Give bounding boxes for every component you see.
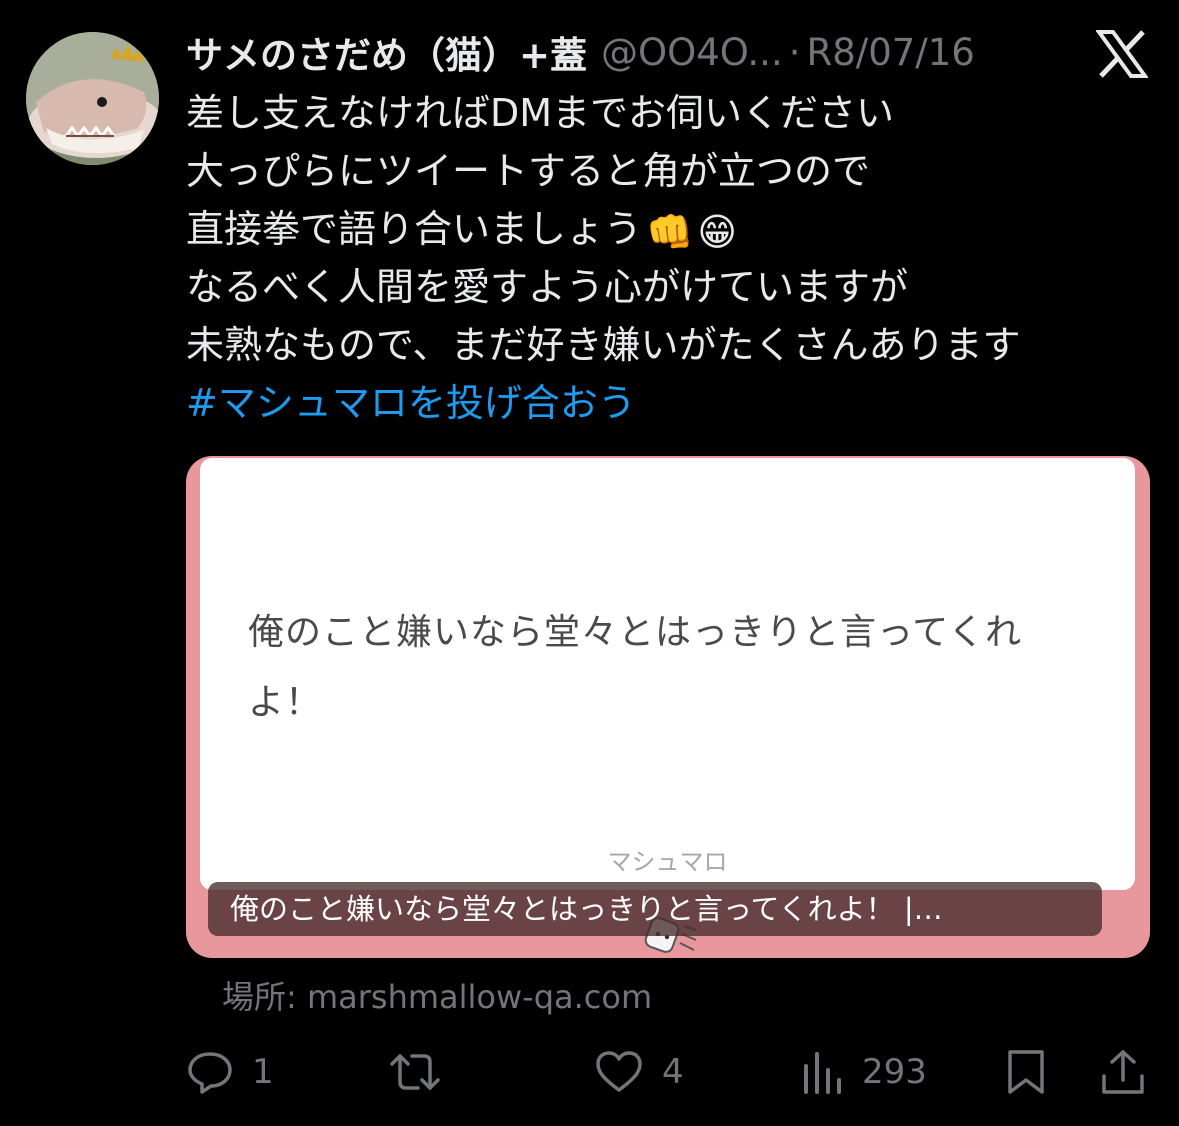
action-bar: 1 4 293 bbox=[0, 1040, 1179, 1104]
tweet-line: 未熟なもので、まだ好き嫌いがたくさんあります bbox=[186, 323, 1021, 367]
tweet-line: 直接拳で語り合いましょう bbox=[186, 207, 643, 251]
fist-emoji-icon: 👊 bbox=[646, 209, 694, 254]
link-card[interactable]: 俺のこと嫌いなら堂々とはっきりと言ってくれよ！ マシュマロ 俺のこと嫌いなら堂々… bbox=[186, 456, 1150, 958]
tweet-line-with-emoji: 直接拳で語り合いましょう 👊 😁 bbox=[186, 200, 1146, 258]
view-count: 293 bbox=[862, 1052, 927, 1092]
tweet-text: 差し支えなければDMまでお伺いください 大っぴらにツイートすると角が立つので 直… bbox=[186, 84, 1146, 432]
grin-emoji-icon: 😁 bbox=[697, 209, 737, 254]
tweet-line: 差し支えなければDMまでお伺いください bbox=[186, 91, 895, 135]
hashtag-link[interactable]: #マシュマロを投げ合おう bbox=[186, 374, 1146, 432]
user-handle[interactable]: @OO4O... bbox=[601, 31, 783, 74]
retweet-icon bbox=[390, 1054, 440, 1090]
tweet-line: 大っぴらにツイートすると角が立つので bbox=[186, 149, 871, 193]
tweet-header: サメのさだめ（猫）+蓋 @OO4O... · R8/07/16 bbox=[186, 24, 1066, 80]
like-count: 4 bbox=[662, 1052, 684, 1092]
card-image: 俺のこと嫌いなら堂々とはっきりと言ってくれよ！ マシュマロ bbox=[200, 458, 1135, 890]
views-icon bbox=[804, 1052, 841, 1094]
tweet-line: なるべく人間を愛すよう心がけていますが bbox=[186, 265, 909, 309]
avatar-shark-plush-image bbox=[26, 32, 159, 165]
x-logo-icon bbox=[1095, 30, 1149, 78]
share-button[interactable] bbox=[1100, 1048, 1146, 1096]
display-name[interactable]: サメのさだめ（猫）+蓋 bbox=[186, 25, 587, 79]
avatar[interactable] bbox=[26, 32, 159, 165]
reply-count: 1 bbox=[252, 1052, 274, 1092]
header-separator: · bbox=[788, 30, 801, 74]
views-button[interactable]: 293 bbox=[800, 1048, 927, 1096]
bookmark-icon bbox=[1008, 1050, 1044, 1094]
card-brand-label: マシュマロ bbox=[607, 848, 728, 876]
share-icon bbox=[1102, 1050, 1144, 1094]
reply-icon bbox=[188, 1052, 232, 1094]
card-source-domain[interactable]: 場所: marshmallow-qa.com bbox=[222, 972, 652, 1018]
like-button[interactable]: 4 bbox=[594, 1048, 684, 1096]
bookmark-button[interactable] bbox=[1004, 1048, 1048, 1096]
retweet-button[interactable] bbox=[388, 1048, 460, 1096]
post-date[interactable]: R8/07/16 bbox=[806, 31, 974, 74]
heart-icon bbox=[596, 1051, 642, 1092]
card-caption: 俺のこと嫌いなら堂々とはっきりと言ってくれよ！ |… bbox=[208, 882, 1102, 936]
reply-button[interactable]: 1 bbox=[186, 1048, 274, 1096]
card-question-text: 俺のこと嫌いなら堂々とはっきりと言ってくれよ！ bbox=[248, 612, 1023, 723]
